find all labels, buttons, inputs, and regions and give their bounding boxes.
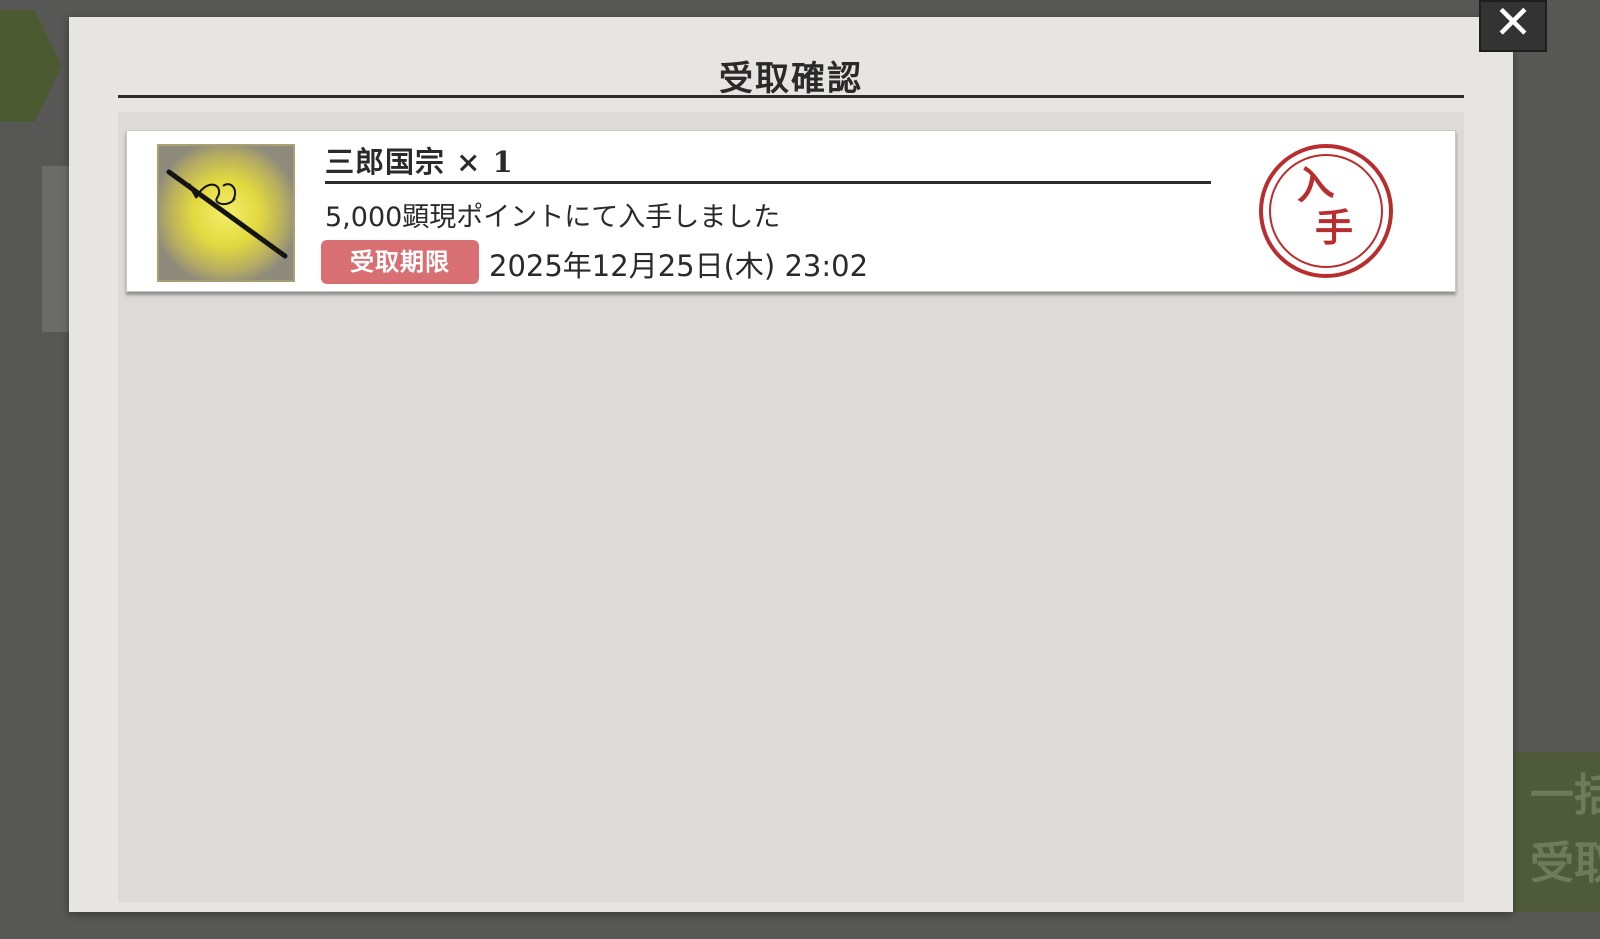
- katana-thumbnail-art: [159, 146, 293, 280]
- title-divider: [118, 95, 1464, 98]
- obtained-stamp: 入 手: [1259, 144, 1393, 278]
- stamp-char-2: 手: [1314, 205, 1353, 250]
- background-bulk-receive-button: 一括 受取: [1512, 752, 1600, 912]
- item-list[interactable]: 三郎国宗 × 1 5,000顕現ポイントにて入手しました 受取期限 2025年1…: [118, 112, 1464, 902]
- close-icon: ✕: [1493, 0, 1533, 49]
- list-item: 三郎国宗 × 1 5,000顕現ポイントにて入手しました 受取期限 2025年1…: [126, 130, 1456, 292]
- item-name: 三郎国宗 × 1: [325, 145, 514, 179]
- dialog-title: 受取確認: [719, 59, 863, 99]
- item-description: 5,000顕現ポイントにて入手しました: [325, 202, 781, 233]
- bulk-receive-line-2: 受取: [1530, 838, 1600, 889]
- katana-icon: [157, 144, 295, 282]
- close-button[interactable]: ✕: [1479, 0, 1547, 52]
- item-name-divider: [325, 181, 1211, 184]
- stamp-text: 入 手: [1263, 159, 1389, 250]
- receive-confirm-dialog: 受取確認 三郎国宗 × 1 5,000顕現ポイントにて入手しました 受取期限 2…: [69, 17, 1513, 912]
- bulk-receive-line-1: 一括: [1530, 770, 1600, 821]
- deadline-badge: 受取期限: [321, 240, 479, 284]
- deadline-value: 2025年12月25日(木) 23:02: [489, 249, 869, 283]
